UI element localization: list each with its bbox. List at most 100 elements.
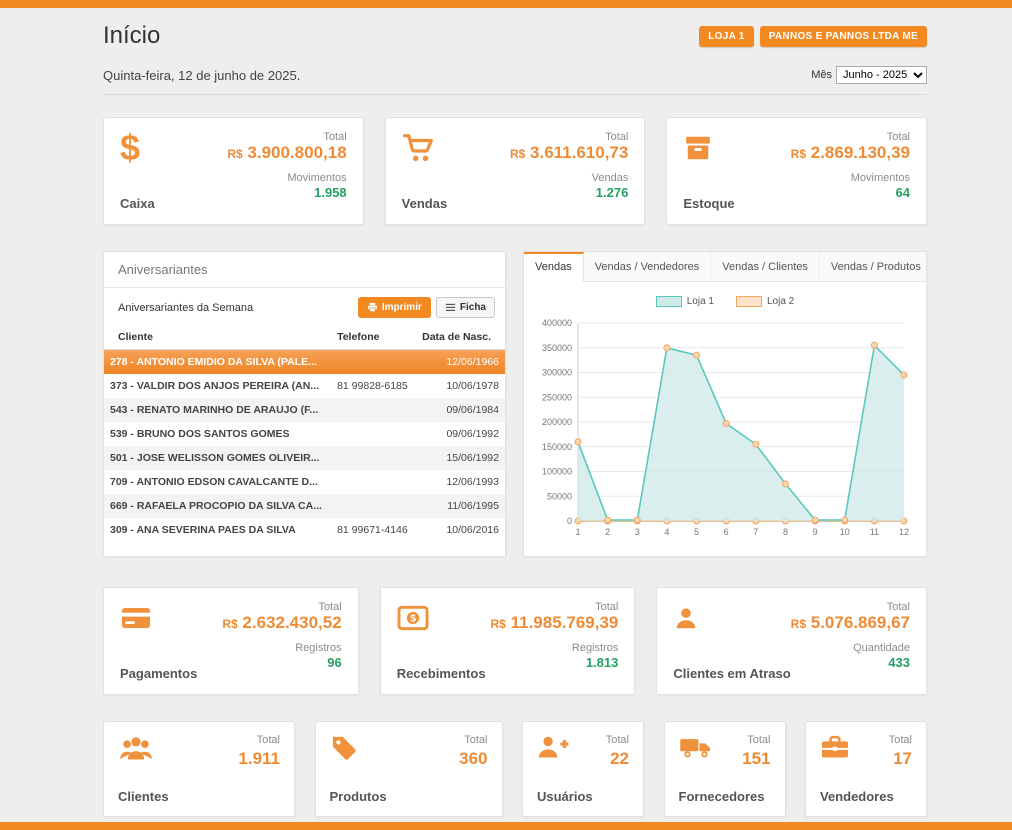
count-label: Vendedores <box>820 789 894 804</box>
person-icon <box>673 601 711 635</box>
column-cliente: Cliente <box>104 326 331 350</box>
ficha-button[interactable]: Ficha <box>436 297 495 318</box>
count-value: 1.911 <box>238 749 280 769</box>
chart-legend: Loja 1 Loja 2 <box>532 296 918 307</box>
metric-label: Movimentos <box>791 172 910 184</box>
loja1-swatch <box>656 296 682 307</box>
birth-cell: 09/06/1984 <box>415 398 505 422</box>
client-cell: 373 - VALDIR DOS ANJOS PEREIRA (AN... <box>104 374 331 398</box>
legend-item-loja1[interactable]: Loja 1 <box>656 296 714 307</box>
month-filter: Mês Junho - 2025 <box>811 66 927 84</box>
legend-label: Loja 1 <box>687 296 714 307</box>
total-label: Total <box>747 734 770 746</box>
total-amount: R$ 2.869.130,39 <box>791 143 910 163</box>
total-label: Total <box>889 734 912 746</box>
metric-value: 96 <box>222 655 341 670</box>
sales-area-chart: 0500001000001500002000002500003000003500… <box>532 313 918 545</box>
total-label: Total <box>791 601 910 613</box>
dollar-icon: $ <box>120 131 158 165</box>
total-amount: R$ 11.985.769,39 <box>491 613 619 633</box>
date-row: Quinta-feira, 12 de junho de 2025. Mês J… <box>103 66 927 95</box>
client-cell: 539 - BRUNO DOS SANTOS GOMES <box>104 422 331 446</box>
table-row[interactable]: 709 - ANTONIO EDSON CAVALCANTE D... 12/0… <box>104 470 505 494</box>
metric-value: 64 <box>791 185 910 200</box>
svg-text:7: 7 <box>753 527 758 537</box>
briefcase-icon <box>820 734 850 760</box>
svg-text:50000: 50000 <box>547 491 572 501</box>
tab-vendas-clientes[interactable]: Vendas / Clientes <box>711 252 820 281</box>
count-cards-row: Total 1.911 Clientes Total 360 Produtos <box>103 721 927 817</box>
total-label: Total <box>606 734 629 746</box>
birthdays-table: Cliente Telefone Data de Nasc. 278 - ANT… <box>104 326 505 542</box>
svg-text:11: 11 <box>870 527 879 537</box>
total-label: Total <box>491 601 619 613</box>
company-button[interactable]: PANNOS E PANNOS LTDA ME <box>760 26 927 47</box>
tab-vendas[interactable]: Vendas <box>524 252 584 282</box>
tab-vendas-vendedores[interactable]: Vendas / Vendedores <box>584 252 712 281</box>
birth-cell: 12/06/1966 <box>415 350 505 375</box>
page-title: Início <box>103 22 160 50</box>
client-cell: 543 - RENATO MARINHO DE ARAUJO (F... <box>104 398 331 422</box>
svg-text:6: 6 <box>724 527 729 537</box>
chart-area: Loja 1 Loja 2 05000010000015000020000025… <box>524 282 926 556</box>
svg-text:1: 1 <box>575 527 580 537</box>
column-data-nasc: Data de Nasc. <box>415 326 505 350</box>
svg-text:400000: 400000 <box>542 318 572 328</box>
metric-value: 433 <box>791 655 910 670</box>
total-amount: R$ 2.632.430,52 <box>222 613 341 633</box>
birth-cell: 10/06/2016 <box>415 518 505 542</box>
tag-icon <box>330 734 358 762</box>
birthdays-panel: Aniversariantes Aniversariantes da Seman… <box>103 251 506 557</box>
birth-cell: 11/06/1995 <box>415 494 505 518</box>
svg-text:150000: 150000 <box>542 442 572 452</box>
table-header-row: Cliente Telefone Data de Nasc. <box>104 326 505 350</box>
finance-cards-row: Pagamentos Total R$ 2.632.430,52 Registr… <box>103 587 927 695</box>
page-container: Início LOJA 1 PANNOS E PANNOS LTDA ME Qu… <box>103 0 927 817</box>
client-cell: 669 - RAFAELA PROCOPIO DA SILVA CA... <box>104 494 331 518</box>
metric-label: Vendas <box>510 172 628 184</box>
count-card-clientes: Total 1.911 Clientes <box>103 721 295 817</box>
metric-value: 1.958 <box>227 185 346 200</box>
birth-cell: 12/06/1993 <box>415 470 505 494</box>
table-row[interactable]: 543 - RENATO MARINHO DE ARAUJO (F... 09/… <box>104 398 505 422</box>
table-row[interactable]: 309 - ANA SEVERINA PAES DA SILVA 81 9967… <box>104 518 505 542</box>
table-row[interactable]: 501 - JOSE WELISSON GOMES OLIVEIR... 15/… <box>104 446 505 470</box>
birth-cell: 10/06/1978 <box>415 374 505 398</box>
stat-card-label: Clientes em Atraso <box>673 666 790 681</box>
table-row[interactable]: 669 - RAFAELA PROCOPIO DA SILVA CA... 11… <box>104 494 505 518</box>
metric-value: 1.276 <box>510 185 628 200</box>
svg-text:8: 8 <box>783 527 788 537</box>
header-buttons: LOJA 1 PANNOS E PANNOS LTDA ME <box>699 26 927 47</box>
stat-card-label: Pagamentos <box>120 666 197 681</box>
count-card-fornecedores: Total 151 Fornecedores <box>664 721 786 817</box>
stat-card-label: Caixa <box>120 196 158 211</box>
current-date: Quinta-feira, 12 de junho de 2025. <box>103 68 300 83</box>
table-row[interactable]: 278 - ANTONIO EMIDIO DA SILVA (PALE... 1… <box>104 350 505 375</box>
svg-text:200000: 200000 <box>542 417 572 427</box>
svg-text:2: 2 <box>605 527 610 537</box>
phone-cell <box>331 494 415 518</box>
svg-text:12: 12 <box>899 527 909 537</box>
legend-item-loja2[interactable]: Loja 2 <box>736 296 794 307</box>
tab-vendas-produtos[interactable]: Vendas / Produtos <box>820 252 933 281</box>
phone-cell <box>331 470 415 494</box>
print-button[interactable]: Imprimir <box>358 297 431 318</box>
total-amount: R$ 3.900.800,18 <box>227 143 346 163</box>
table-row[interactable]: 539 - BRUNO DOS SANTOS GOMES 09/06/1992 <box>104 422 505 446</box>
count-value: 17 <box>893 749 912 769</box>
svg-text:10: 10 <box>840 527 850 537</box>
list-icon <box>445 302 456 313</box>
stat-card-label: Estoque <box>683 196 734 211</box>
month-select[interactable]: Junho - 2025 <box>836 66 927 84</box>
table-row[interactable]: 373 - VALDIR DOS ANJOS PEREIRA (AN... 81… <box>104 374 505 398</box>
svg-text:$: $ <box>410 614 416 625</box>
total-label: Total <box>222 601 341 613</box>
store-button[interactable]: LOJA 1 <box>699 26 753 47</box>
svg-text:350000: 350000 <box>542 343 572 353</box>
svg-text:5: 5 <box>694 527 699 537</box>
coin-icon: $ <box>397 601 435 635</box>
count-label: Clientes <box>118 789 169 804</box>
stat-card-pagamentos: Pagamentos Total R$ 2.632.430,52 Registr… <box>103 587 359 695</box>
stat-card-recebimentos: $ Recebimentos Total R$ 11.985.769,39 Re… <box>380 587 636 695</box>
month-label: Mês <box>811 69 832 81</box>
